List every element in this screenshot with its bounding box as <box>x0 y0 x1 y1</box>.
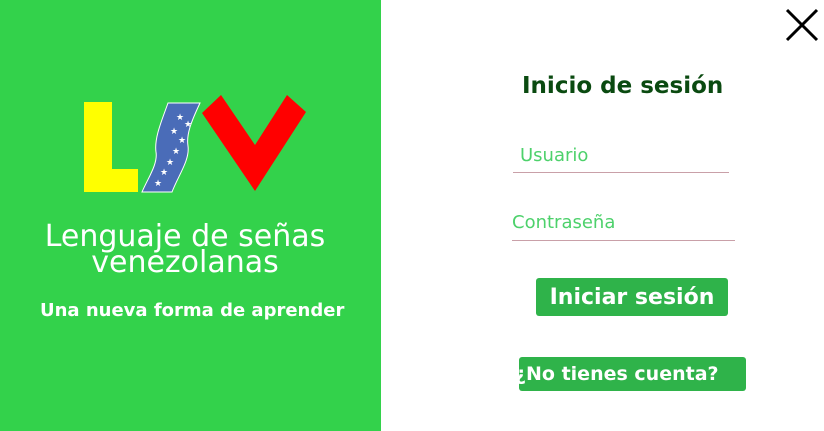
login-title: Inicio de sesión <box>522 73 724 99</box>
svg-text:★: ★ <box>178 136 186 146</box>
app-title-line2: venezolanas <box>91 245 279 280</box>
password-underline <box>512 240 735 241</box>
app-tagline: Una nueva forma de aprender <box>40 300 345 321</box>
logo-letter-s <box>141 102 201 193</box>
login-button-label: Iniciar sesión <box>549 284 715 310</box>
close-icon <box>785 8 819 42</box>
password-field[interactable]: Contraseña <box>512 212 615 233</box>
close-button[interactable] <box>784 7 820 43</box>
logo-letter-v <box>202 95 306 191</box>
register-button[interactable]: ¿No tienes cuenta? <box>515 357 746 391</box>
register-button-label: ¿No tienes cuenta? <box>515 363 719 385</box>
login-button[interactable]: Iniciar sesión <box>536 278 728 316</box>
svg-text:★: ★ <box>170 127 178 137</box>
svg-text:★: ★ <box>154 179 162 189</box>
username-field[interactable]: Usuario <box>520 145 588 166</box>
logo-letter-l <box>84 102 138 192</box>
lsv-logo: ★ ★ ★ ★ ★ ★ ★ ★ <box>84 95 306 193</box>
svg-text:★: ★ <box>160 168 168 178</box>
svg-text:★: ★ <box>172 147 180 157</box>
username-underline <box>513 172 729 173</box>
svg-text:★: ★ <box>176 113 184 123</box>
brand-panel: ★ ★ ★ ★ ★ ★ ★ ★ Lenguaje de señas venezo… <box>0 0 381 431</box>
svg-text:★: ★ <box>166 158 174 168</box>
svg-text:★: ★ <box>184 120 192 130</box>
